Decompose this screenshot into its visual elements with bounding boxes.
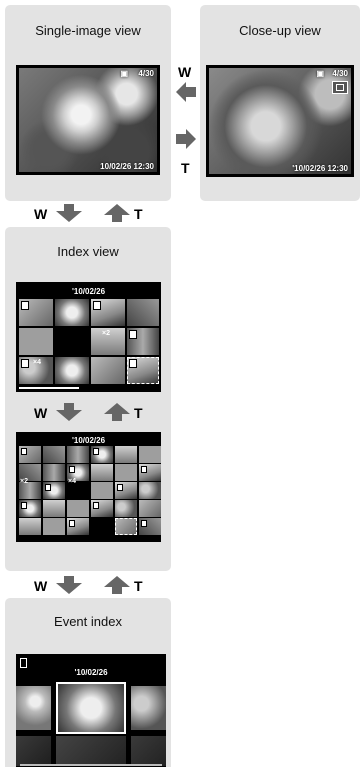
file-counter: 4/30	[332, 69, 348, 78]
event-thumbnail[interactable]	[131, 736, 166, 766]
thumbnail[interactable]	[115, 482, 137, 499]
thumbnail[interactable]	[139, 500, 161, 517]
flower-photo	[19, 68, 157, 172]
group-count: ×4	[33, 359, 41, 366]
date-time-stamp: '10/02/26 12:30	[292, 164, 348, 173]
arrow-down-icon	[56, 576, 82, 594]
arrow-down-icon	[56, 403, 82, 421]
thumbnail[interactable]	[43, 464, 65, 481]
index-date-label: '10/02/26	[71, 287, 106, 296]
thumbnail[interactable]	[43, 500, 65, 517]
scroll-indicator	[20, 764, 162, 766]
index-view-panel: Index view '10/02/26 ×2 ×4 W T '10/02/26	[5, 227, 171, 571]
thumbnail[interactable]	[91, 299, 125, 326]
thumbnail[interactable]	[43, 482, 65, 499]
thumbnail[interactable]	[139, 446, 161, 463]
thumbnail[interactable]	[19, 518, 41, 535]
thumbnail[interactable]	[67, 500, 89, 517]
index-screen-large[interactable]: '10/02/26 ×2 ×4	[16, 432, 161, 542]
event-index-panel: Event index '10/02/26	[5, 598, 171, 767]
thumbnail[interactable]	[139, 518, 161, 535]
thumbnail[interactable]	[55, 299, 89, 326]
index-view-title: Index view	[57, 244, 119, 259]
closeup-view-panel: Close-up view ▣ 4/30 '10/02/26 12:30	[200, 5, 360, 201]
event-thumbnail[interactable]	[131, 686, 166, 730]
event-thumbnail[interactable]	[16, 736, 51, 766]
index-screen-small[interactable]: '10/02/26 ×2 ×4	[16, 282, 161, 392]
t-letter-2: T	[134, 405, 143, 421]
thumbnail[interactable]	[139, 482, 161, 499]
thumbnail[interactable]	[91, 464, 113, 481]
closeup-screen[interactable]: ▣ 4/30 '10/02/26 12:30	[206, 65, 354, 177]
thumbnail[interactable]: ×2	[91, 328, 125, 355]
thumbnail[interactable]	[115, 500, 137, 517]
arrow-right-icon	[176, 129, 196, 149]
group-count: ×2	[20, 478, 28, 485]
closeup-view-title: Close-up view	[239, 23, 321, 38]
selection-cursor	[127, 357, 159, 384]
date-time-stamp: 10/02/26 12:30	[100, 162, 154, 171]
arrow-left-icon	[176, 82, 196, 102]
thumbnail[interactable]: ×4	[19, 357, 53, 384]
protect-icon: ▣	[120, 69, 128, 78]
thumbnail[interactable]	[115, 464, 137, 481]
group-count: ×4	[68, 478, 76, 485]
zoom-position-indicator	[332, 81, 348, 94]
single-image-view-title: Single-image view	[35, 23, 141, 38]
w-letter-1: W	[34, 206, 48, 222]
thumbnail[interactable]	[19, 328, 53, 355]
protect-icon: ▣	[316, 69, 324, 78]
event-thumbnail-selected[interactable]	[56, 682, 126, 734]
scroll-indicator	[19, 387, 79, 389]
arrow-down-icon	[56, 204, 82, 222]
thumbnail[interactable]	[91, 500, 113, 517]
event-thumbnail[interactable]	[56, 736, 126, 766]
thumbnail[interactable]	[127, 299, 159, 326]
thumbnail[interactable]	[91, 357, 125, 384]
event-date-label: '10/02/26	[74, 668, 108, 677]
thumbnail[interactable]	[67, 446, 89, 463]
arrow-up-icon	[104, 403, 130, 421]
thumbnail[interactable]	[43, 518, 65, 535]
w-letter-2: W	[34, 405, 48, 421]
thumbnail[interactable]	[19, 299, 53, 326]
thumbnail[interactable]	[67, 518, 89, 535]
thumbnail[interactable]	[43, 446, 65, 463]
single-image-screen[interactable]: ▣ 4/30 10/02/26 12:30	[16, 65, 160, 175]
arrow-up-icon	[104, 204, 130, 222]
thumbnail[interactable]	[91, 446, 113, 463]
selection-cursor	[115, 518, 137, 535]
t-letter-1: T	[134, 206, 143, 222]
event-thumbnail[interactable]	[16, 686, 51, 730]
battery-icon	[20, 658, 27, 668]
event-index-title: Event index	[54, 614, 122, 629]
file-counter: 4/30	[138, 69, 154, 78]
t-letter-3: T	[134, 578, 143, 594]
thumbnail[interactable]	[19, 500, 41, 517]
event-index-screen[interactable]: '10/02/26	[16, 654, 166, 767]
thumbnail[interactable]	[127, 328, 159, 355]
index-date-label: '10/02/26	[71, 436, 106, 445]
thumbnail[interactable]	[19, 446, 41, 463]
w-letter-top: W	[178, 64, 192, 80]
single-image-view-panel: Single-image view ▣ 4/30 10/02/26 12:30	[5, 5, 171, 201]
group-count: ×2	[102, 330, 110, 337]
closeup-photo	[209, 68, 351, 174]
arrow-up-icon	[104, 576, 130, 594]
thumbnail[interactable]	[55, 328, 89, 355]
t-letter-top: T	[181, 160, 190, 176]
w-letter-3: W	[34, 578, 48, 594]
thumbnail[interactable]	[115, 446, 137, 463]
thumbnail[interactable]	[91, 482, 113, 499]
thumbnail[interactable]	[139, 464, 161, 481]
thumbnail[interactable]	[55, 357, 89, 384]
thumbnail[interactable]	[91, 518, 113, 535]
